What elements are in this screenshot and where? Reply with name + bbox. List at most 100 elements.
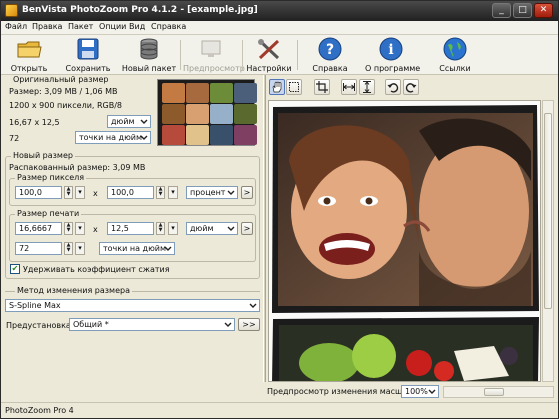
print-resolution-stepper[interactable]: ▲ ▼: [64, 242, 73, 255]
question-mark-icon: ?: [318, 37, 342, 61]
menu-batch[interactable]: Пакет: [68, 22, 93, 31]
pixel-height-stepper[interactable]: ▲ ▼: [156, 186, 165, 199]
selection-icon: [289, 82, 299, 92]
panel-splitter[interactable]: [263, 75, 266, 382]
wrench-screwdriver-icon: [258, 39, 280, 60]
preset-more-button[interactable]: >>: [238, 318, 260, 331]
thumbnail-photo-child: [162, 104, 185, 124]
keep-ratio-checkbox[interactable]: ✔: [10, 264, 20, 274]
original-size-title: Оригинальный размер: [13, 75, 109, 84]
print-width-input[interactable]: 16,6667: [15, 222, 62, 235]
crop-select-tool-button[interactable]: [286, 79, 302, 95]
new-batch-label: Новый пакет: [121, 64, 177, 73]
print-size-more-button[interactable]: >: [241, 222, 253, 235]
print-resolution-unit-select[interactable]: точки на дюйм: [99, 242, 175, 255]
print-width-menu-button[interactable]: ▾: [75, 222, 85, 235]
minimize-button[interactable]: _: [492, 3, 511, 18]
crop-tool-button[interactable]: [314, 79, 330, 95]
pixel-size-more-button[interactable]: >: [241, 186, 253, 199]
links-label: Ссылки: [439, 64, 471, 73]
pixel-unit-select[interactable]: процент: [186, 186, 238, 199]
rotate-left-button[interactable]: [385, 79, 401, 95]
pixel-width-menu-button[interactable]: ▾: [75, 186, 85, 199]
print-height-menu-button[interactable]: ▾: [168, 222, 178, 235]
scrollbar-thumb[interactable]: [544, 113, 552, 309]
preview-vertical-scrollbar[interactable]: [542, 100, 554, 382]
crop-icon: [316, 81, 328, 93]
thumbnail-photo-group: [186, 104, 209, 124]
thumbnail-photo-couple: [186, 83, 209, 103]
status-bar: PhotoZoom Pro 4: [1, 402, 558, 418]
save-button[interactable]: Сохранить: [59, 37, 117, 73]
thumbnail-photo-beach: [186, 125, 209, 145]
status-text: PhotoZoom Pro 4: [5, 406, 74, 415]
vertical-arrows-icon: [363, 81, 371, 93]
thumbnail-photo-portrait: [162, 83, 185, 103]
help-button[interactable]: ? Справка: [306, 37, 354, 73]
original-dims-unit-select[interactable]: дюйм: [107, 115, 151, 128]
print-height-stepper[interactable]: ▲ ▼: [156, 222, 165, 235]
chevron-down-icon: [227, 226, 235, 231]
chevron-down-icon: [249, 303, 257, 308]
maximize-button[interactable]: □: [513, 3, 532, 18]
app-icon: [5, 4, 18, 17]
info-icon: i: [379, 37, 403, 61]
print-width-stepper[interactable]: ▲ ▼: [64, 222, 73, 235]
new-batch-button[interactable]: Новый пакет: [121, 37, 177, 73]
pixel-width-input[interactable]: 100,0: [15, 186, 62, 199]
about-button[interactable]: i О программе: [365, 37, 420, 73]
print-unit-select[interactable]: дюйм: [186, 222, 238, 235]
settings-label: Настройки: [246, 64, 292, 73]
save-label: Сохранить: [65, 64, 111, 73]
chevron-down-icon: [428, 389, 436, 394]
pixel-height-menu-button[interactable]: ▾: [168, 186, 178, 199]
original-res-unit-value: точки на дюйм: [79, 133, 143, 142]
links-button[interactable]: Ссылки: [433, 37, 477, 73]
print-height-input[interactable]: 12,5: [107, 222, 154, 235]
preview-area[interactable]: [268, 100, 541, 382]
preset-label: Предустановка:: [6, 321, 74, 330]
menu-view[interactable]: Вид: [129, 22, 145, 31]
help-label: Справка: [312, 64, 348, 73]
rotate-right-icon: [405, 83, 417, 93]
preview-horizontal-scrollbar[interactable]: [443, 386, 554, 398]
menu-file[interactable]: Файл: [5, 22, 27, 31]
floppy-disk-icon: [77, 38, 99, 60]
open-button[interactable]: Открыть: [5, 37, 53, 73]
close-button[interactable]: ✕: [534, 3, 553, 18]
chevron-down-icon: [140, 119, 148, 124]
rotate-right-button[interactable]: [403, 79, 419, 95]
print-resolution-menu-button[interactable]: ▾: [75, 242, 85, 255]
pixel-height-input[interactable]: 100,0: [107, 186, 154, 199]
horizontal-scrollbar-thumb[interactable]: [484, 388, 504, 396]
fit-height-button[interactable]: [359, 79, 375, 95]
svg-text:i: i: [388, 42, 393, 58]
unpacked-size-info: Распакованный размер: 3,09 MB: [9, 163, 146, 172]
chevron-down-icon: [140, 135, 148, 140]
zoom-value: 100%: [405, 387, 428, 396]
thumbnail-photo-flower: [234, 125, 257, 145]
print-size-title: Размер печати: [15, 209, 82, 218]
preview-zoom-bar: Предпросмотр изменения масштаба: 100%: [263, 384, 558, 400]
preset-select[interactable]: Общий *: [69, 318, 235, 331]
app-window: BenVista PhotoZoom Pro 4.1.2 - [example.…: [0, 0, 559, 419]
title-bar[interactable]: BenVista PhotoZoom Pro 4.1.2 - [example.…: [1, 1, 558, 21]
preview-button[interactable]: Предпросмотр: [183, 37, 245, 73]
image-thumbnail[interactable]: [157, 79, 257, 146]
window-title: BenVista PhotoZoom Pro 4.1.2 - [example.…: [22, 5, 258, 15]
toolbar-separator: [180, 40, 181, 70]
zoom-select[interactable]: 100%: [401, 385, 439, 398]
original-res-unit-select[interactable]: точки на дюйм: [75, 131, 151, 144]
menu-help[interactable]: Справка: [151, 22, 186, 31]
resize-method-select[interactable]: S-Spline Max: [5, 299, 260, 312]
menu-edit[interactable]: Правка: [32, 22, 62, 31]
fit-width-button[interactable]: [341, 79, 357, 95]
thumbnail-photo-water: [210, 104, 233, 124]
hand-tool-button[interactable]: [269, 79, 285, 95]
menu-options[interactable]: Опции: [99, 22, 126, 31]
original-size-info: Размер: 3,09 MB / 1,06 MB: [9, 87, 118, 96]
svg-text:?: ?: [326, 42, 334, 58]
pixel-width-stepper[interactable]: ▲ ▼: [64, 186, 73, 199]
settings-button[interactable]: Настройки: [246, 37, 292, 73]
print-resolution-input[interactable]: 72: [15, 242, 62, 255]
